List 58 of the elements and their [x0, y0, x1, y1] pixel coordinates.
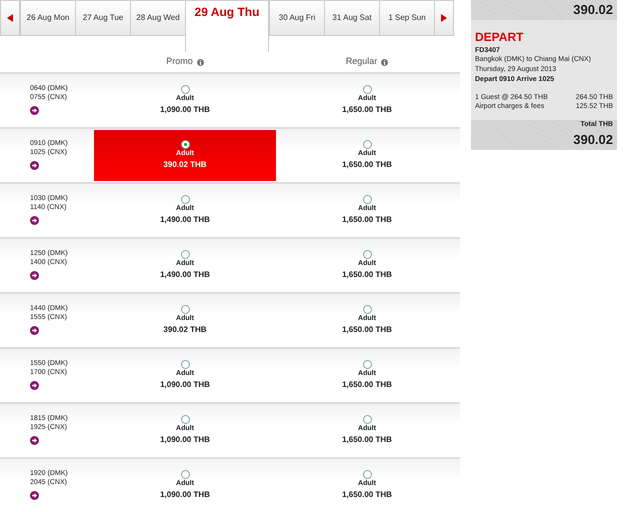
radio-button[interactable] [180, 304, 190, 314]
arrow-circle-icon[interactable] [30, 161, 39, 170]
arrow-circle-icon[interactable] [30, 491, 39, 500]
fare-price: 1,090.00 THB [160, 434, 210, 446]
radio-button[interactable] [180, 140, 190, 149]
radio-button[interactable] [362, 304, 372, 314]
radio-button[interactable] [362, 84, 372, 94]
radio-button[interactable] [180, 470, 190, 479]
total-amount: 390.02 [572, 1, 613, 19]
radio-button[interactable] [362, 360, 372, 369]
fare-price: 1,650.00 THB [342, 324, 392, 336]
left-arrow-icon [7, 14, 13, 22]
total-amount: 390.02 [572, 131, 613, 150]
radio-button[interactable] [362, 250, 372, 259]
date-tab[interactable]: 1 Sep Sun [379, 0, 434, 36]
fare-price: 1,650.00 THB [342, 214, 392, 226]
radio-button[interactable] [362, 414, 372, 424]
left-arrow-button[interactable] [0, 0, 20, 36]
fare-price: 1,090.00 THB [160, 104, 210, 116]
arrow-circle-icon[interactable] [30, 381, 39, 390]
arrow-circle-icon[interactable] [30, 436, 39, 446]
radio-button[interactable] [180, 194, 190, 204]
date-tab[interactable]: 28 Aug Wed [130, 0, 185, 36]
date-tab[interactable]: 29 Aug Thu [185, 0, 269, 52]
arrow-circle-icon[interactable] [30, 271, 39, 280]
fare-price: 1,650.00 THB [342, 434, 392, 446]
radio-button[interactable] [362, 140, 372, 149]
radio-button[interactable] [180, 360, 190, 369]
radio-button[interactable] [362, 194, 372, 204]
fare-price: 1,650.00 THB [342, 104, 392, 116]
fare-price: 1,090.00 THB [160, 489, 210, 502]
date-tab[interactable]: 30 Aug Fri [269, 0, 324, 36]
right-arrow-icon [441, 14, 447, 22]
info-icon[interactable] [381, 58, 388, 66]
fare-price: 1,650.00 THB [342, 489, 392, 502]
right-arrow-button[interactable] [434, 0, 454, 36]
fare-price: 1,090.00 THB [160, 379, 210, 392]
column-heading: Regular [346, 55, 378, 68]
date-tab[interactable]: 31 Aug Sat [324, 0, 379, 36]
date-tab[interactable]: 26 Aug Mon [20, 0, 75, 36]
arrow-circle-icon[interactable] [30, 216, 39, 226]
column-heading: Promo [166, 55, 193, 68]
fare-price: 1,650.00 THB [342, 269, 392, 282]
section-heading: DEPART [475, 28, 524, 46]
arrow-circle-icon[interactable] [30, 326, 39, 336]
radio-button[interactable] [180, 84, 190, 94]
info-icon[interactable] [196, 58, 204, 66]
fare-price: 1,490.00 THB [160, 269, 210, 282]
fare-price: 1,490.00 THB [160, 214, 210, 226]
radio-button[interactable] [180, 414, 190, 424]
fare-price: 390.02 THB [163, 324, 207, 336]
fare-price: 1,650.00 THB [342, 379, 392, 392]
date-tab[interactable]: 27 Aug Tue [75, 0, 130, 36]
radio-button[interactable] [362, 470, 372, 479]
fare-price: 1,650.00 THB [342, 159, 392, 172]
radio-button[interactable] [180, 250, 190, 259]
fare-price: 390.02 THB [163, 159, 207, 172]
arrow-circle-icon[interactable] [30, 106, 39, 116]
